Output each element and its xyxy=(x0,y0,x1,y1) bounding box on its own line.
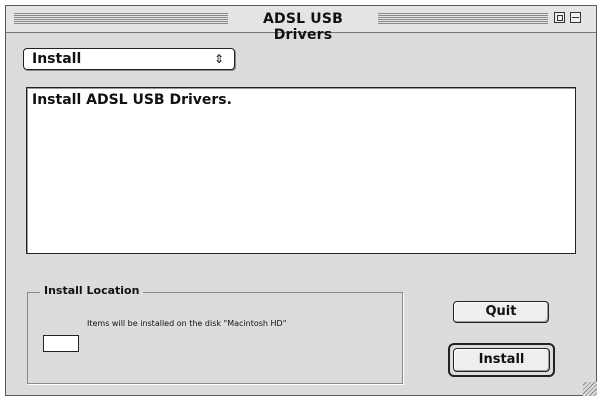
install-location-description: Items will be installed on the disk "Mac… xyxy=(87,319,287,328)
collapse-icon[interactable] xyxy=(570,12,581,23)
updown-arrows-icon: ⇕ xyxy=(213,52,224,66)
title-bar-stripes-right xyxy=(378,13,548,24)
quit-button[interactable]: Quit xyxy=(453,301,549,323)
action-popup-menu[interactable]: Install ⇕ xyxy=(23,48,235,70)
resize-grip-icon[interactable] xyxy=(583,382,597,396)
info-text: Install ADSL USB Drivers. xyxy=(32,92,232,108)
install-location-field[interactable] xyxy=(43,335,79,352)
title-bar[interactable]: ADSL USB Drivers xyxy=(6,6,596,43)
zoom-icon[interactable] xyxy=(554,12,565,23)
title-bar-stripes-left xyxy=(14,13,228,24)
install-location-group xyxy=(27,292,403,384)
install-location-label: Install Location xyxy=(40,284,144,297)
action-popup-selected: Install xyxy=(32,51,82,67)
window-title: ADSL USB Drivers xyxy=(262,11,344,43)
install-button[interactable]: Install xyxy=(453,348,550,372)
info-text-area[interactable]: Install ADSL USB Drivers. xyxy=(26,87,576,254)
